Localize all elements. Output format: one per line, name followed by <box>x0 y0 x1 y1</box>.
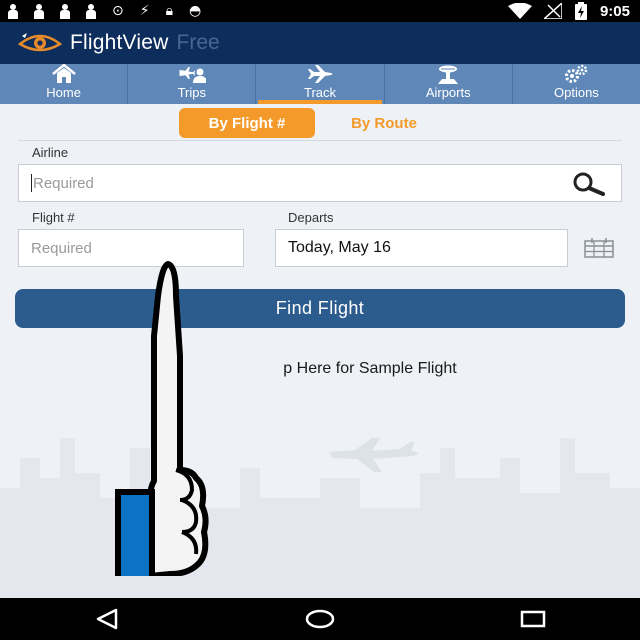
home-icon <box>51 64 76 83</box>
notification-pawn-icon <box>34 3 44 19</box>
battery-charging-icon <box>574 2 587 20</box>
system-nav-bar <box>0 598 640 640</box>
notification-pawn-icon <box>60 3 70 19</box>
departs-date-value: Today, May 16 <box>288 239 391 256</box>
track-content: By Flight # By Route Airline Required Fl… <box>0 104 640 598</box>
home-circle-icon <box>305 609 335 629</box>
app-bar: FlightView Free <box>0 22 640 64</box>
notification-pawn-icon <box>86 3 96 19</box>
airline-input[interactable]: Required <box>18 164 622 202</box>
tab-home[interactable]: Home <box>0 64 129 104</box>
tab-home-label: Home <box>46 85 81 100</box>
trips-icon <box>179 67 206 83</box>
wifi-icon <box>507 3 532 19</box>
pointing-hand-icon <box>115 261 209 576</box>
plane-icon <box>308 65 333 83</box>
tab-bar: Home Trips Track Airports Options <box>0 64 640 104</box>
airline-label: Airline <box>32 145 69 160</box>
recents-button[interactable] <box>503 604 563 634</box>
notification-pawn-icon <box>8 3 18 19</box>
divider <box>18 140 622 141</box>
airline-placeholder: Required <box>33 174 94 192</box>
tab-track[interactable]: Track <box>256 64 385 104</box>
recents-square-icon <box>521 610 546 628</box>
tab-trips-label: Trips <box>177 85 206 100</box>
back-button[interactable] <box>77 604 137 634</box>
back-triangle-icon <box>96 608 117 630</box>
tab-track-label: Track <box>303 85 337 100</box>
lock-icon: 🔒︎ <box>165 3 174 19</box>
tab-airports[interactable]: Airports <box>385 64 513 104</box>
by-flight-button[interactable]: By Flight # <box>179 108 315 138</box>
android-icon: ◓ <box>189 3 202 19</box>
find-flight-button[interactable]: Find Flight <box>15 289 625 328</box>
gears-icon <box>565 64 588 83</box>
flightview-logo-icon <box>18 33 62 52</box>
tab-options[interactable]: Options <box>513 64 640 104</box>
sample-flight-link[interactable]: p Here for Sample Flight <box>0 360 640 378</box>
app-title-suffix: Free <box>176 31 220 54</box>
text-cursor <box>31 174 32 192</box>
flight-number-label: Flight # <box>32 210 75 225</box>
tab-trips[interactable]: Trips <box>128 64 257 104</box>
city-skyline-background <box>0 438 640 598</box>
sync-icon: ⊙ <box>112 3 124 19</box>
flight-number-placeholder: Required <box>31 239 92 257</box>
departs-date-field[interactable]: Today, May 16 <box>275 229 568 267</box>
status-time: 9:05 <box>599 2 630 20</box>
calendar-icon[interactable] <box>584 238 614 258</box>
tab-options-label: Options <box>554 85 599 100</box>
departs-label: Departs <box>288 210 334 225</box>
status-bar: ⊙ ⚡ 🔒︎ ◓ 9:05 <box>0 0 640 22</box>
airport-icon <box>438 65 459 84</box>
search-icon[interactable] <box>569 172 607 196</box>
tab-airports-label: Airports <box>425 85 471 100</box>
by-route-button[interactable]: By Route <box>319 108 449 138</box>
home-button[interactable] <box>290 604 350 634</box>
no-signal-icon <box>543 3 562 19</box>
search-mode-toggle: By Flight # By Route <box>179 108 449 138</box>
no-sim-satellite-icon: ⚡ <box>139 3 150 19</box>
app-title: FlightView <box>70 31 169 54</box>
